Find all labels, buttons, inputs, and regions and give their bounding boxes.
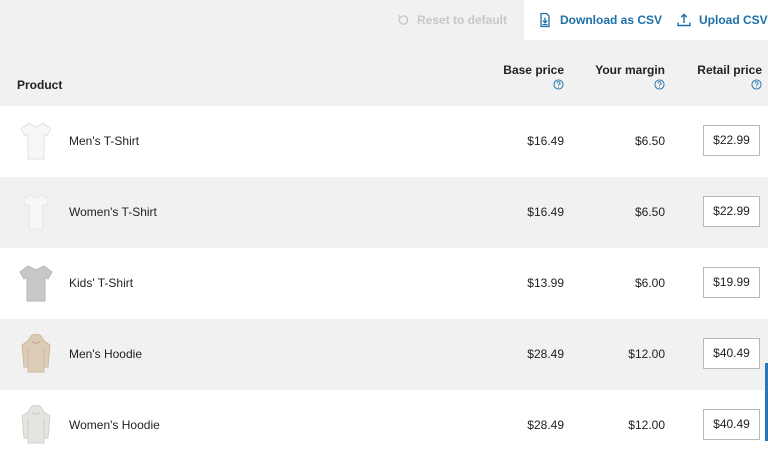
margin-label: Your margin xyxy=(595,63,665,77)
margin-column-header: Your margin xyxy=(595,63,665,93)
gray-tshirt-icon xyxy=(19,265,53,302)
download-file-icon xyxy=(540,12,550,28)
retail-price-input[interactable]: $40.49 xyxy=(703,338,760,369)
upload-icon xyxy=(677,13,691,27)
light-hoodie-icon xyxy=(21,405,51,444)
download-label: Download as CSV xyxy=(560,13,663,27)
download-csv-button[interactable]: Download as CSV xyxy=(537,10,662,30)
base-price: $13.99 xyxy=(527,276,564,290)
retail-price-column-header: Retail price xyxy=(697,63,762,93)
table-header: Product Base price Your margin Retail pr… xyxy=(0,58,768,106)
product-price-table: Men's T-Shirt $16.49 $6.50 $22.99 Women'… xyxy=(0,106,768,461)
product-name: Men's Hoodie xyxy=(69,347,142,361)
question-circle-icon[interactable] xyxy=(654,79,665,90)
product-name: Women's Hoodie xyxy=(69,418,160,432)
margin-value: $6.00 xyxy=(634,276,665,290)
base-price: $16.49 xyxy=(527,205,564,219)
margin-value: $12.00 xyxy=(628,347,665,361)
base-price: $16.49 xyxy=(527,134,564,148)
retail-price-input[interactable]: $22.99 xyxy=(703,196,760,227)
base-price-column-header: Base price xyxy=(503,63,564,93)
table-row-kids-tshirt: Kids' T-Shirt $13.99 $6.00 $19.99 xyxy=(0,248,768,319)
reset-icon xyxy=(398,14,409,25)
csv-actions: Download as CSV Upload CSV xyxy=(524,0,768,40)
retail-price-input[interactable]: $40.49 xyxy=(703,409,760,440)
upload-label: Upload CSV xyxy=(699,13,768,27)
product-name: Kids' T-Shirt xyxy=(69,276,134,290)
reset-to-default-button[interactable]: Reset to default xyxy=(397,10,507,30)
product-name: Men's T-Shirt xyxy=(69,134,140,148)
reset-label: Reset to default xyxy=(417,13,508,27)
margin-value: $12.00 xyxy=(628,418,665,432)
question-circle-icon[interactable] xyxy=(553,79,564,90)
margin-value: $6.50 xyxy=(634,134,665,148)
white-tshirt-icon xyxy=(22,194,50,230)
margin-value: $6.50 xyxy=(634,205,665,219)
beige-hoodie-icon xyxy=(21,334,51,373)
pricing-toolbar: Reset to default Download as CSV Upload … xyxy=(0,0,768,40)
white-tshirt-icon xyxy=(20,122,52,160)
base-price: $28.49 xyxy=(527,418,564,432)
table-row-mens-hoodie: Men's Hoodie $28.49 $12.00 $40.49 xyxy=(0,319,768,390)
upload-csv-button[interactable]: Upload CSV xyxy=(676,10,768,30)
table-row-womens-hoodie: Women's Hoodie $28.49 $12.00 $40.49 xyxy=(0,390,768,461)
table-row-womens-tshirt: Women's T-Shirt $16.49 $6.50 $22.99 xyxy=(0,177,768,248)
product-column-header: Product xyxy=(17,78,63,92)
base-price-label: Base price xyxy=(503,63,564,77)
retail-price-input[interactable]: $22.99 xyxy=(703,125,760,156)
product-name: Women's T-Shirt xyxy=(69,205,157,219)
table-row-mens-tshirt: Men's T-Shirt $16.49 $6.50 $22.99 xyxy=(0,106,768,177)
question-circle-icon[interactable] xyxy=(751,79,762,90)
base-price: $28.49 xyxy=(527,347,564,361)
retail-price-input[interactable]: $19.99 xyxy=(703,267,760,298)
retail-price-label: Retail price xyxy=(697,63,762,77)
